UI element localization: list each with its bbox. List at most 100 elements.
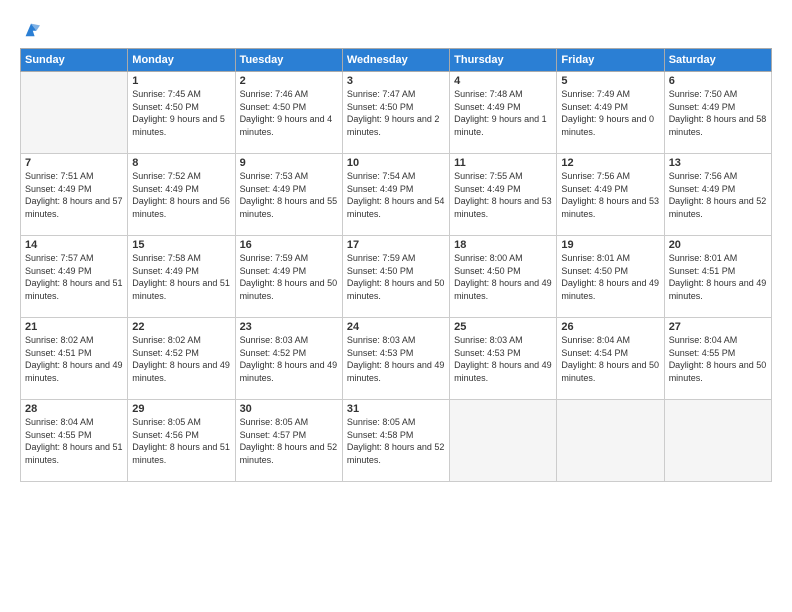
day-number: 8: [132, 157, 230, 169]
logo-icon: [22, 20, 40, 38]
day-info: Sunrise: 7:56 AM Sunset: 4:49 PM Dayligh…: [561, 170, 659, 220]
day-number: 31: [347, 403, 445, 415]
calendar-cell: 2Sunrise: 7:46 AM Sunset: 4:50 PM Daylig…: [235, 72, 342, 154]
calendar-cell: 18Sunrise: 8:00 AM Sunset: 4:50 PM Dayli…: [450, 236, 557, 318]
day-number: 27: [669, 321, 767, 333]
day-number: 6: [669, 75, 767, 87]
day-number: 3: [347, 75, 445, 87]
day-number: 12: [561, 157, 659, 169]
day-info: Sunrise: 8:03 AM Sunset: 4:53 PM Dayligh…: [454, 334, 552, 384]
day-info: Sunrise: 8:05 AM Sunset: 4:57 PM Dayligh…: [240, 416, 338, 466]
header: [20, 18, 772, 38]
day-info: Sunrise: 8:01 AM Sunset: 4:51 PM Dayligh…: [669, 252, 767, 302]
day-number: 19: [561, 239, 659, 251]
day-info: Sunrise: 7:54 AM Sunset: 4:49 PM Dayligh…: [347, 170, 445, 220]
day-number: 10: [347, 157, 445, 169]
calendar-cell: 4Sunrise: 7:48 AM Sunset: 4:49 PM Daylig…: [450, 72, 557, 154]
day-number: 13: [669, 157, 767, 169]
day-info: Sunrise: 7:48 AM Sunset: 4:49 PM Dayligh…: [454, 88, 552, 138]
day-number: 18: [454, 239, 552, 251]
day-info: Sunrise: 7:51 AM Sunset: 4:49 PM Dayligh…: [25, 170, 123, 220]
day-info: Sunrise: 8:04 AM Sunset: 4:55 PM Dayligh…: [669, 334, 767, 384]
calendar-cell: 6Sunrise: 7:50 AM Sunset: 4:49 PM Daylig…: [664, 72, 771, 154]
day-number: 22: [132, 321, 230, 333]
week-row-0: 1Sunrise: 7:45 AM Sunset: 4:50 PM Daylig…: [21, 72, 772, 154]
day-number: 28: [25, 403, 123, 415]
day-info: Sunrise: 7:58 AM Sunset: 4:49 PM Dayligh…: [132, 252, 230, 302]
calendar-cell: [557, 400, 664, 482]
day-number: 14: [25, 239, 123, 251]
day-number: 23: [240, 321, 338, 333]
day-info: Sunrise: 8:04 AM Sunset: 4:55 PM Dayligh…: [25, 416, 123, 466]
calendar-cell: 21Sunrise: 8:02 AM Sunset: 4:51 PM Dayli…: [21, 318, 128, 400]
calendar-cell: 22Sunrise: 8:02 AM Sunset: 4:52 PM Dayli…: [128, 318, 235, 400]
day-number: 7: [25, 157, 123, 169]
calendar-cell: 16Sunrise: 7:59 AM Sunset: 4:49 PM Dayli…: [235, 236, 342, 318]
calendar-cell: 23Sunrise: 8:03 AM Sunset: 4:52 PM Dayli…: [235, 318, 342, 400]
day-number: 16: [240, 239, 338, 251]
calendar-cell: 27Sunrise: 8:04 AM Sunset: 4:55 PM Dayli…: [664, 318, 771, 400]
calendar-cell: 14Sunrise: 7:57 AM Sunset: 4:49 PM Dayli…: [21, 236, 128, 318]
calendar-cell: 5Sunrise: 7:49 AM Sunset: 4:49 PM Daylig…: [557, 72, 664, 154]
weekday-header-monday: Monday: [128, 49, 235, 72]
day-number: 1: [132, 75, 230, 87]
day-info: Sunrise: 8:02 AM Sunset: 4:51 PM Dayligh…: [25, 334, 123, 384]
weekday-header-sunday: Sunday: [21, 49, 128, 72]
calendar-cell: 26Sunrise: 8:04 AM Sunset: 4:54 PM Dayli…: [557, 318, 664, 400]
calendar-cell: [664, 400, 771, 482]
week-row-3: 21Sunrise: 8:02 AM Sunset: 4:51 PM Dayli…: [21, 318, 772, 400]
weekday-header-saturday: Saturday: [664, 49, 771, 72]
calendar-cell: 1Sunrise: 7:45 AM Sunset: 4:50 PM Daylig…: [128, 72, 235, 154]
day-number: 21: [25, 321, 123, 333]
calendar-cell: 7Sunrise: 7:51 AM Sunset: 4:49 PM Daylig…: [21, 154, 128, 236]
day-number: 29: [132, 403, 230, 415]
calendar-cell: [450, 400, 557, 482]
day-info: Sunrise: 8:02 AM Sunset: 4:52 PM Dayligh…: [132, 334, 230, 384]
day-number: 4: [454, 75, 552, 87]
calendar-cell: 29Sunrise: 8:05 AM Sunset: 4:56 PM Dayli…: [128, 400, 235, 482]
calendar-cell: 17Sunrise: 7:59 AM Sunset: 4:50 PM Dayli…: [342, 236, 449, 318]
calendar-cell: 30Sunrise: 8:05 AM Sunset: 4:57 PM Dayli…: [235, 400, 342, 482]
week-row-4: 28Sunrise: 8:04 AM Sunset: 4:55 PM Dayli…: [21, 400, 772, 482]
day-number: 9: [240, 157, 338, 169]
day-info: Sunrise: 7:46 AM Sunset: 4:50 PM Dayligh…: [240, 88, 338, 138]
week-row-1: 7Sunrise: 7:51 AM Sunset: 4:49 PM Daylig…: [21, 154, 772, 236]
day-info: Sunrise: 7:59 AM Sunset: 4:50 PM Dayligh…: [347, 252, 445, 302]
day-info: Sunrise: 8:03 AM Sunset: 4:53 PM Dayligh…: [347, 334, 445, 384]
day-number: 25: [454, 321, 552, 333]
calendar-cell: 13Sunrise: 7:56 AM Sunset: 4:49 PM Dayli…: [664, 154, 771, 236]
calendar-cell: 28Sunrise: 8:04 AM Sunset: 4:55 PM Dayli…: [21, 400, 128, 482]
weekday-header-row: SundayMondayTuesdayWednesdayThursdayFrid…: [21, 49, 772, 72]
day-info: Sunrise: 8:01 AM Sunset: 4:50 PM Dayligh…: [561, 252, 659, 302]
calendar-cell: 25Sunrise: 8:03 AM Sunset: 4:53 PM Dayli…: [450, 318, 557, 400]
calendar-cell: 15Sunrise: 7:58 AM Sunset: 4:49 PM Dayli…: [128, 236, 235, 318]
day-info: Sunrise: 7:59 AM Sunset: 4:49 PM Dayligh…: [240, 252, 338, 302]
calendar-cell: [21, 72, 128, 154]
day-info: Sunrise: 7:45 AM Sunset: 4:50 PM Dayligh…: [132, 88, 230, 138]
calendar-cell: 10Sunrise: 7:54 AM Sunset: 4:49 PM Dayli…: [342, 154, 449, 236]
weekday-header-friday: Friday: [557, 49, 664, 72]
day-info: Sunrise: 8:05 AM Sunset: 4:56 PM Dayligh…: [132, 416, 230, 466]
calendar-cell: 9Sunrise: 7:53 AM Sunset: 4:49 PM Daylig…: [235, 154, 342, 236]
day-number: 20: [669, 239, 767, 251]
day-number: 17: [347, 239, 445, 251]
calendar-cell: 12Sunrise: 7:56 AM Sunset: 4:49 PM Dayli…: [557, 154, 664, 236]
day-number: 24: [347, 321, 445, 333]
day-number: 30: [240, 403, 338, 415]
day-info: Sunrise: 7:56 AM Sunset: 4:49 PM Dayligh…: [669, 170, 767, 220]
day-info: Sunrise: 8:05 AM Sunset: 4:58 PM Dayligh…: [347, 416, 445, 466]
day-info: Sunrise: 8:00 AM Sunset: 4:50 PM Dayligh…: [454, 252, 552, 302]
calendar-cell: 11Sunrise: 7:55 AM Sunset: 4:49 PM Dayli…: [450, 154, 557, 236]
week-row-2: 14Sunrise: 7:57 AM Sunset: 4:49 PM Dayli…: [21, 236, 772, 318]
calendar: SundayMondayTuesdayWednesdayThursdayFrid…: [20, 48, 772, 482]
calendar-cell: 24Sunrise: 8:03 AM Sunset: 4:53 PM Dayli…: [342, 318, 449, 400]
day-number: 2: [240, 75, 338, 87]
day-number: 11: [454, 157, 552, 169]
day-info: Sunrise: 7:57 AM Sunset: 4:49 PM Dayligh…: [25, 252, 123, 302]
day-info: Sunrise: 7:53 AM Sunset: 4:49 PM Dayligh…: [240, 170, 338, 220]
day-info: Sunrise: 7:52 AM Sunset: 4:49 PM Dayligh…: [132, 170, 230, 220]
calendar-cell: 31Sunrise: 8:05 AM Sunset: 4:58 PM Dayli…: [342, 400, 449, 482]
calendar-cell: 20Sunrise: 8:01 AM Sunset: 4:51 PM Dayli…: [664, 236, 771, 318]
day-number: 26: [561, 321, 659, 333]
calendar-cell: 19Sunrise: 8:01 AM Sunset: 4:50 PM Dayli…: [557, 236, 664, 318]
